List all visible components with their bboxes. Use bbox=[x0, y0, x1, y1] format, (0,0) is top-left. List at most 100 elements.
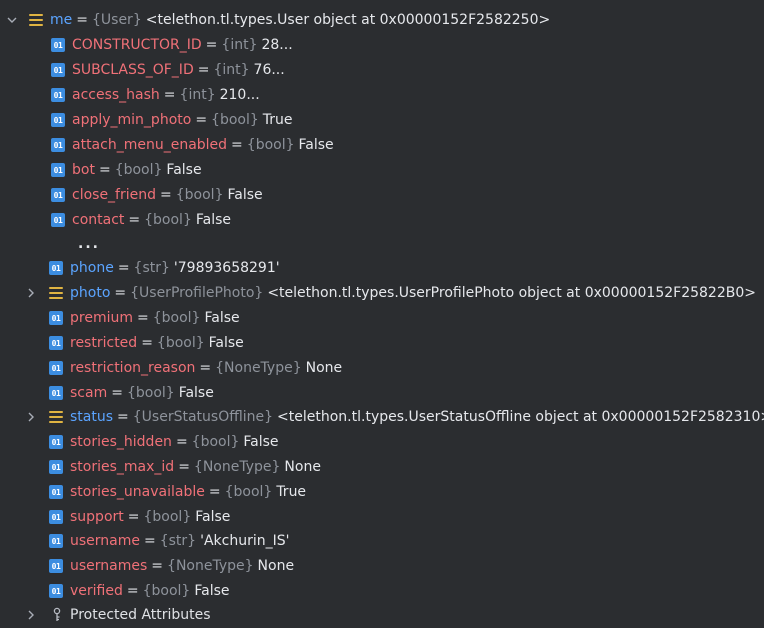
var-name: status bbox=[70, 409, 114, 426]
tree-row-field[interactable]: 01 support = {bool} False bbox=[0, 505, 764, 530]
variables-tree: me = {User} <telethon.tl.types.User obje… bbox=[0, 0, 764, 624]
var-type: {bool} bbox=[246, 137, 295, 154]
field-icon: 01 bbox=[51, 63, 65, 78]
field-icon: 01 bbox=[49, 485, 63, 500]
var-name: phone bbox=[70, 260, 114, 277]
tree-row-field[interactable]: 01 stories_max_id = {NoneType} None bbox=[0, 455, 764, 480]
object-icon bbox=[49, 287, 63, 300]
field-icon: 01 bbox=[49, 534, 63, 549]
chevron-right-icon[interactable] bbox=[25, 609, 37, 621]
var-value: False bbox=[208, 335, 244, 352]
field-icon: 01 bbox=[49, 559, 63, 574]
tree-row-field[interactable]: 01 access_hash = {int} 210... bbox=[0, 83, 764, 108]
var-name: close_friend bbox=[72, 187, 157, 204]
tree-row-field[interactable]: 01 contact = {bool} False bbox=[0, 208, 764, 233]
var-name: premium bbox=[70, 310, 133, 327]
tree-row-field[interactable]: 01 stories_unavailable = {bool} True bbox=[0, 480, 764, 505]
chevron-down-icon[interactable] bbox=[6, 14, 18, 26]
tree-row-more[interactable]: ... bbox=[0, 232, 764, 257]
var-type: {bool} bbox=[126, 385, 175, 402]
tree-row-field[interactable]: 01 SUBCLASS_OF_ID = {int} 76... bbox=[0, 58, 764, 83]
field-icon: 01 bbox=[51, 188, 65, 203]
var-name: username bbox=[70, 533, 140, 550]
tree-row-field[interactable]: 01 usernames = {NoneType} None bbox=[0, 554, 764, 579]
var-name: attach_menu_enabled bbox=[72, 137, 228, 154]
field-icon: 01 bbox=[51, 113, 65, 128]
tree-row-field[interactable]: 01 apply_min_photo = {bool} True bbox=[0, 108, 764, 133]
var-type: {bool} bbox=[144, 212, 192, 229]
var-type: {User} bbox=[92, 12, 142, 29]
var-name: support bbox=[70, 509, 124, 526]
var-value: False bbox=[178, 385, 214, 402]
var-value: False bbox=[166, 162, 202, 179]
tree-row-field[interactable]: 01 scam = {bool} False bbox=[0, 381, 764, 406]
tree-row-field[interactable]: 01 premium = {bool} False bbox=[0, 306, 764, 331]
var-name: contact bbox=[72, 212, 125, 229]
var-name: restricted bbox=[70, 335, 138, 352]
var-name: usernames bbox=[70, 558, 148, 575]
var-name: bot bbox=[72, 162, 95, 179]
var-type: {bool} bbox=[175, 187, 224, 204]
var-type: {bool} bbox=[114, 162, 163, 179]
var-value: 210... bbox=[219, 87, 260, 104]
var-name: stories_max_id bbox=[70, 459, 175, 476]
object-icon bbox=[29, 14, 43, 27]
var-value: None bbox=[284, 459, 321, 476]
var-name: apply_min_photo bbox=[72, 112, 192, 129]
tree-row-field[interactable]: 01 verified = {bool} False bbox=[0, 579, 764, 604]
var-type: {bool} bbox=[211, 112, 259, 129]
tree-row-field[interactable]: 01 stories_hidden = {bool} False bbox=[0, 430, 764, 455]
var-type: {str} bbox=[133, 260, 170, 277]
tree-row-field[interactable]: 01 bot = {bool} False bbox=[0, 158, 764, 183]
chevron-right-icon[interactable] bbox=[25, 411, 37, 423]
tree-row-status[interactable]: status = {UserStatusOffline} <telethon.tl.t… bbox=[0, 405, 764, 430]
var-value: '79893658291' bbox=[173, 260, 280, 277]
tree-row-me[interactable]: me = {User} <telethon.tl.types.User obje… bbox=[0, 8, 764, 33]
field-icon: 01 bbox=[49, 584, 63, 599]
var-name: stories_unavailable bbox=[70, 484, 205, 501]
var-value: False bbox=[243, 434, 279, 451]
var-type: {bool} bbox=[143, 509, 192, 526]
var-name: me bbox=[50, 12, 73, 29]
tree-row-phone[interactable]: 01 phone = {str} '79893658291' bbox=[0, 256, 764, 281]
var-type: {int} bbox=[213, 62, 250, 79]
field-icon: 01 bbox=[51, 138, 65, 153]
var-type: {bool} bbox=[191, 434, 240, 451]
var-type: {UserProfilePhoto} bbox=[130, 285, 264, 302]
var-type: {bool} bbox=[152, 310, 201, 327]
tree-row-field[interactable]: 01 restricted = {bool} False bbox=[0, 331, 764, 356]
chevron-right-icon[interactable] bbox=[25, 287, 37, 299]
field-icon: 01 bbox=[49, 336, 63, 351]
var-type: {NoneType} bbox=[167, 558, 254, 575]
tree-row-protected-attributes[interactable]: Protected Attributes bbox=[0, 603, 764, 628]
var-name: restriction_reason bbox=[70, 360, 196, 377]
field-icon: 01 bbox=[49, 311, 63, 326]
var-value: <telethon.tl.types.User object at 0x0000… bbox=[145, 12, 551, 29]
field-icon: 01 bbox=[51, 38, 65, 53]
var-name: SUBCLASS_OF_ID bbox=[72, 62, 194, 79]
tree-row-field[interactable]: 01 attach_menu_enabled = {bool} False bbox=[0, 133, 764, 158]
var-value: None bbox=[305, 360, 343, 377]
var-value: <telethon.tl.types.UserStatusOffline obj… bbox=[277, 409, 764, 426]
var-value: 'Akchurin_IS' bbox=[200, 533, 290, 550]
field-icon: 01 bbox=[49, 386, 63, 401]
field-icon: 01 bbox=[49, 460, 63, 475]
var-value: False bbox=[195, 509, 231, 526]
tree-row-field[interactable]: 01 CONSTRUCTOR_ID = {int} 28... bbox=[0, 33, 764, 58]
var-name: access_hash bbox=[72, 87, 160, 104]
tree-row-field[interactable]: 01 close_friend = {bool} False bbox=[0, 183, 764, 208]
field-icon: 01 bbox=[51, 88, 65, 103]
more-items-ellipsis[interactable]: ... bbox=[78, 236, 100, 252]
var-name: verified bbox=[70, 583, 123, 600]
tree-row-field[interactable]: 01 username = {str} 'Akchurin_IS' bbox=[0, 529, 764, 554]
field-icon: 01 bbox=[49, 435, 63, 450]
var-type: {bool} bbox=[156, 335, 205, 352]
tree-row-field[interactable]: 01 restriction_reason = {NoneType} None bbox=[0, 356, 764, 381]
protected-attributes-label: Protected Attributes bbox=[70, 607, 211, 624]
field-icon: 01 bbox=[51, 213, 65, 228]
var-type: {int} bbox=[179, 87, 216, 104]
var-type: {int} bbox=[221, 37, 258, 54]
field-icon: 01 bbox=[49, 261, 63, 276]
var-value: False bbox=[204, 310, 240, 327]
tree-row-photo[interactable]: photo = {UserProfilePhoto} <telethon.tl.typ… bbox=[0, 281, 764, 306]
